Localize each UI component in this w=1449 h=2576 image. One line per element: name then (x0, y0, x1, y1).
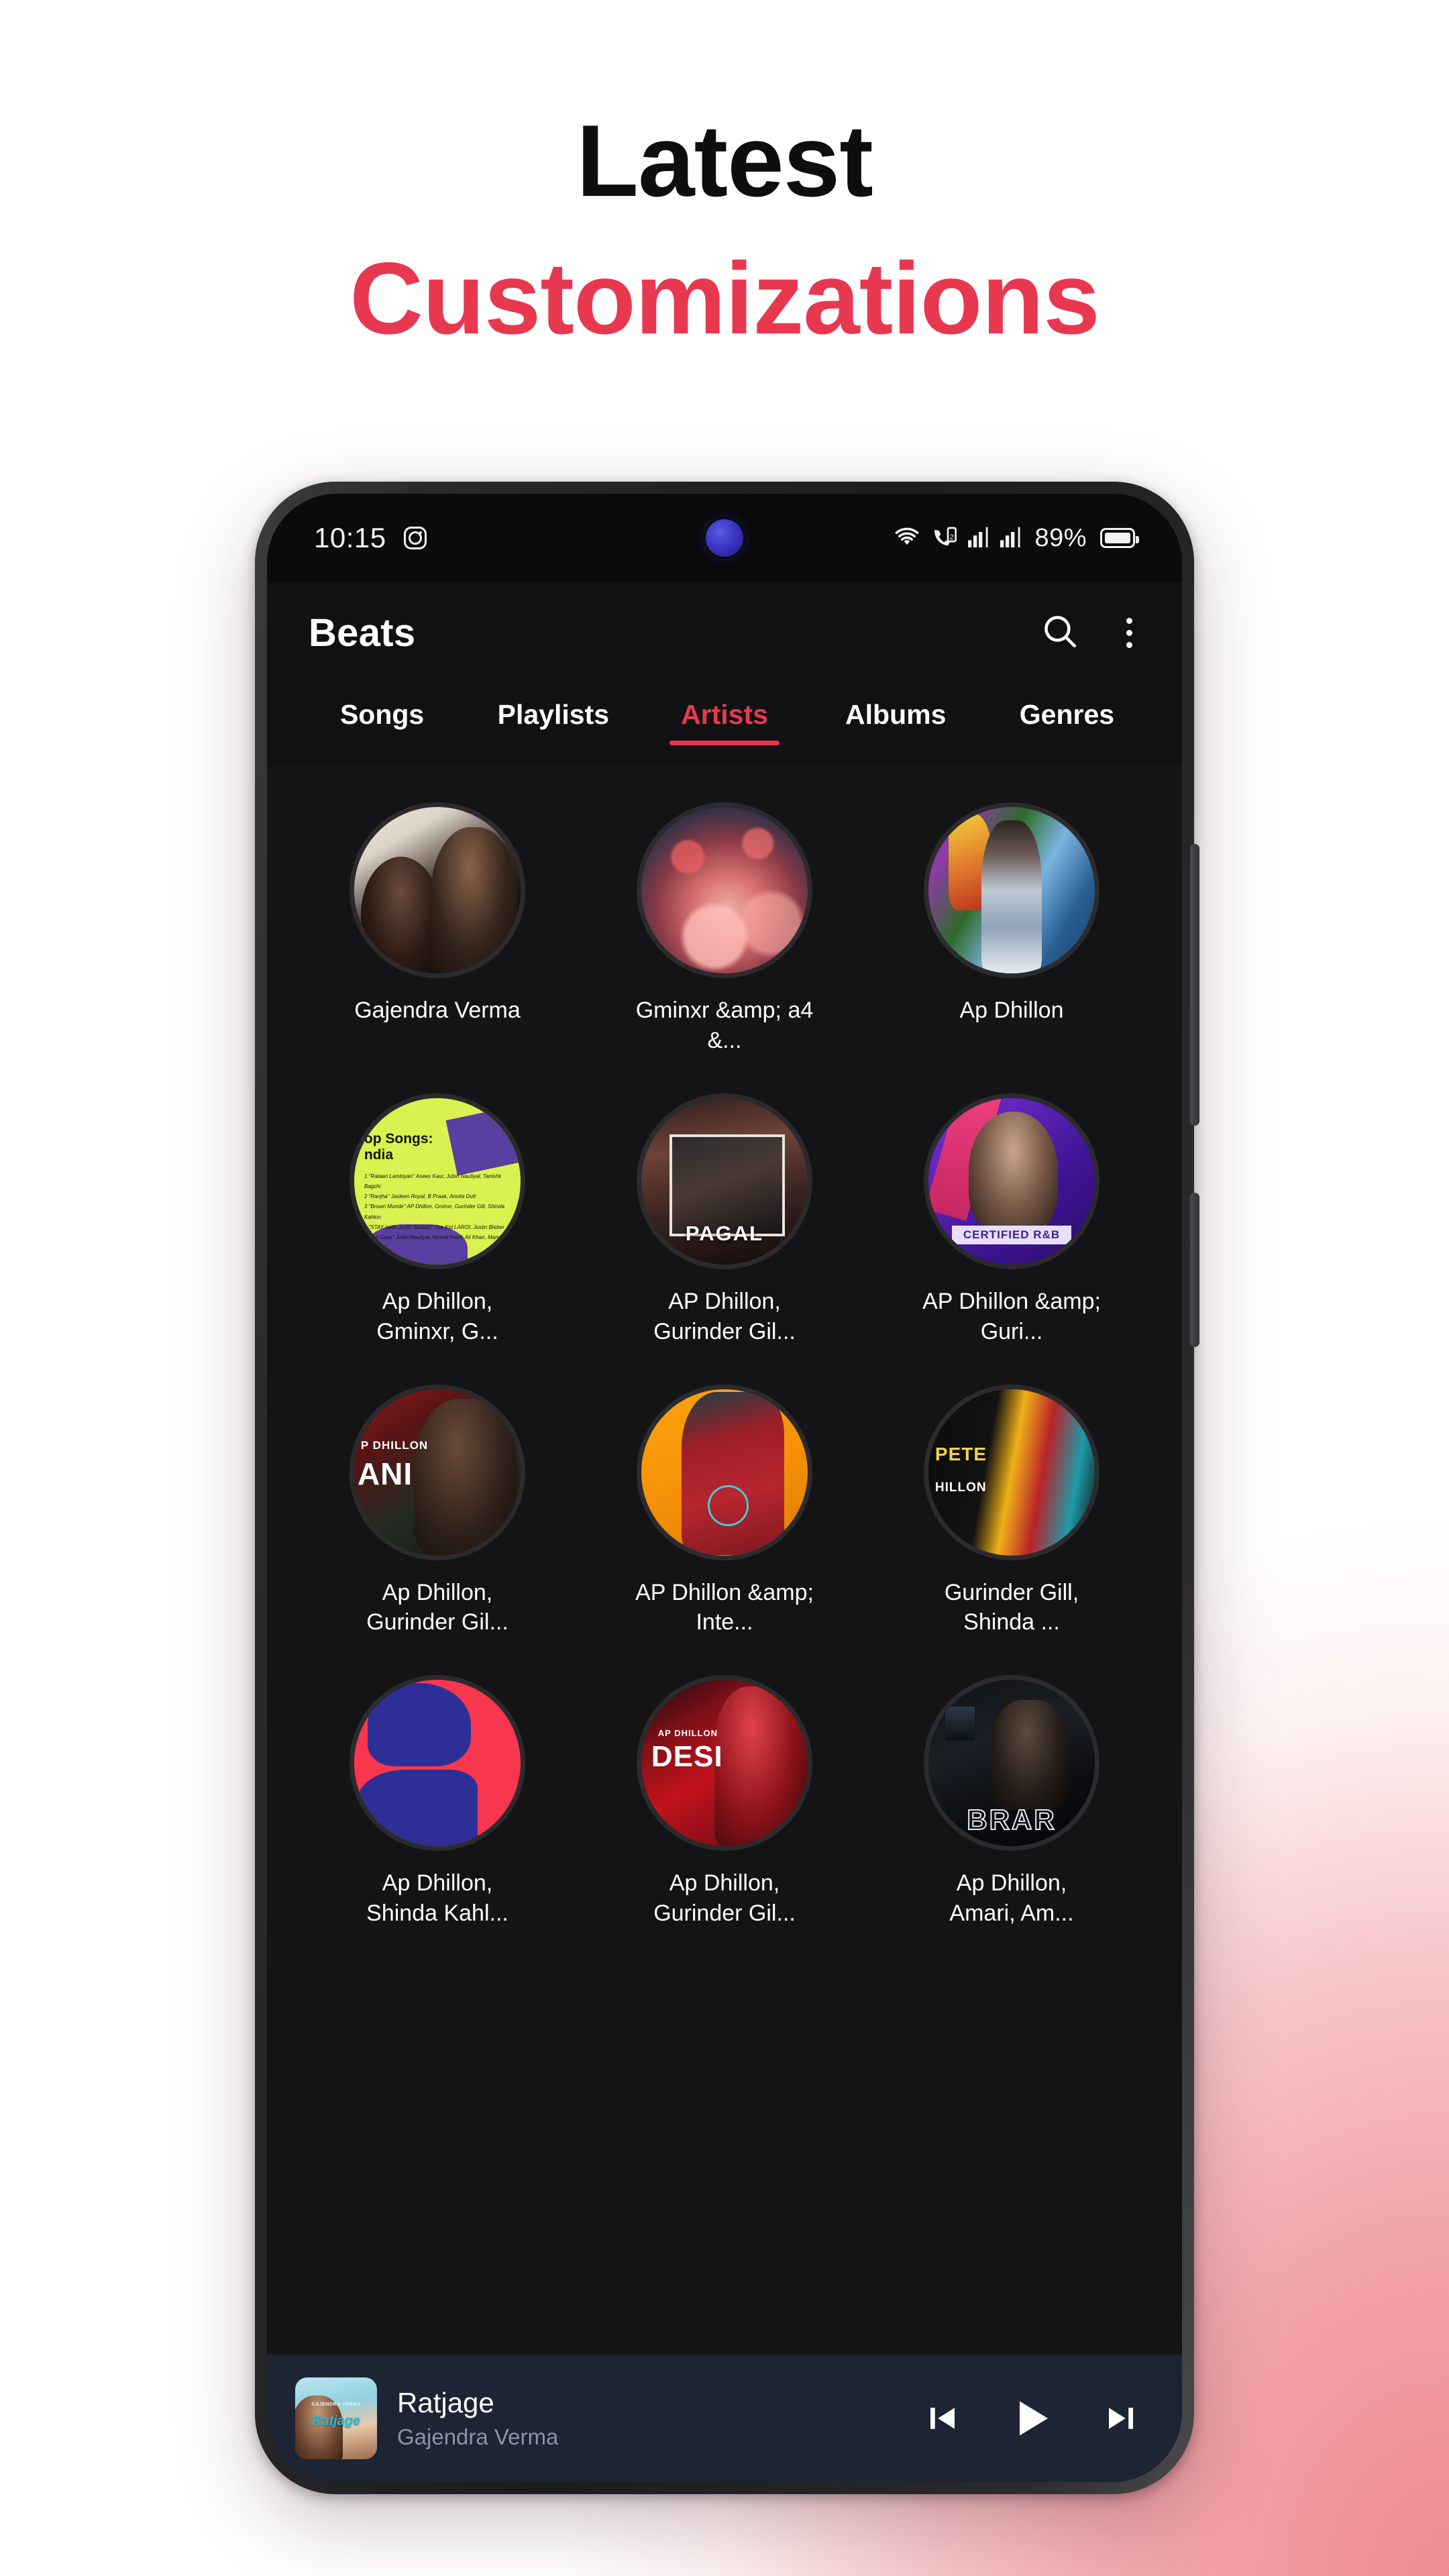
artist-name: AP Dhillon, Gurinder Gil... (653, 1288, 796, 1344)
artist-name: AP Dhillon &amp; Inte... (635, 1579, 814, 1635)
phone-screen: 10:15 2 89% Beats Songs Playlists Artist… (267, 494, 1182, 2482)
volume-button[interactable] (1190, 844, 1199, 1126)
album-art (641, 1389, 808, 1556)
album-art (354, 1680, 521, 1847)
album-art-subtitle: GAJENDRA VERMA (311, 2402, 361, 2407)
status-bar: 10:15 2 89% (267, 494, 1182, 582)
artist-name: Ap Dhillon, Gminxr, G... (376, 1288, 498, 1344)
signal-bars-icon (967, 526, 990, 551)
avatar (637, 802, 812, 978)
avatar: BRAR (924, 1675, 1099, 1851)
artist-card[interactable]: BRAR Ap Dhillon, Amari, Am... (868, 1660, 1155, 1946)
battery-percentage: 89% (1034, 523, 1087, 552)
album-art-subtitle: P DHILLON (360, 1438, 429, 1452)
album-art-title: BRAR (966, 1803, 1057, 1836)
tab-bar: Songs Playlists Artists Albums Genres (267, 683, 1182, 765)
instagram-icon (403, 527, 427, 549)
album-art (928, 1389, 1095, 1556)
album-art-title: op Songs: ndia (364, 1131, 433, 1163)
tab-playlists[interactable]: Playlists (468, 692, 639, 745)
artist-grid: Gajendra Verma Gminxr &amp; a4 &... Ap D… (294, 788, 1155, 1946)
artist-card[interactable]: PAGAL AP Dhillon, Gurinder Gil... (581, 1079, 868, 1364)
artist-card[interactable]: Ap Dhillon (868, 788, 1155, 1073)
signal-bars-icon (1000, 526, 1022, 551)
now-playing-album-art: GAJENDRA VERMA Ratjage (295, 2377, 377, 2459)
avatar (350, 802, 525, 978)
mini-player[interactable]: GAJENDRA VERMA Ratjage Ratjage Gajendra … (267, 2355, 1182, 2482)
search-icon[interactable] (1040, 612, 1079, 654)
skip-next-icon[interactable] (1103, 2400, 1139, 2436)
album-art-title: PETE (934, 1444, 987, 1465)
artist-card[interactable]: Gajendra Verma (294, 788, 581, 1073)
app-bar: Beats (267, 582, 1182, 683)
artist-name: Gajendra Verma (354, 998, 521, 1023)
volte-icon: 2 (931, 525, 958, 551)
artist-name: Ap Dhillon, Amari, Am... (949, 1870, 1074, 1927)
avatar: op Songs: ndia 1 "Rataan Lambiyan" Asees… (350, 1093, 525, 1269)
album-art-title: CERTIFIED R&B (951, 1226, 1072, 1244)
artist-name: Ap Dhillon, Gurinder Gil... (366, 1579, 508, 1635)
album-art (354, 807, 521, 973)
camera-punch-hole (706, 519, 743, 557)
wifi-icon (892, 525, 922, 551)
player-controls (924, 2394, 1154, 2443)
tab-albums[interactable]: Albums (810, 692, 981, 745)
album-art-subtitle: AP DHILLON (657, 1728, 718, 1739)
avatar: CERTIFIED R&B (924, 1093, 1099, 1269)
artist-card[interactable]: Ap Dhillon, Shinda Kahl... (294, 1660, 581, 1946)
tab-genres[interactable]: Genres (981, 692, 1152, 745)
app-bar-actions (1040, 612, 1140, 654)
album-art-title: ANI (357, 1456, 413, 1491)
album-art-title: Ratjage (311, 2413, 361, 2428)
artist-grid-scroll[interactable]: Gajendra Verma Gminxr &amp; a4 &... Ap D… (267, 765, 1182, 2355)
album-art-title: PAGAL (685, 1222, 764, 1246)
artist-card[interactable]: Gminxr &amp; a4 &... (581, 788, 868, 1073)
album-art-title: DESI (651, 1739, 723, 1773)
artist-card[interactable]: AP Dhillon &amp; Inte... (581, 1370, 868, 1656)
artist-name: AP Dhillon &amp; Guri... (922, 1288, 1101, 1344)
artist-name: Ap Dhillon, Gurinder Gil... (653, 1870, 796, 1927)
now-playing-artist: Gajendra Verma (397, 2424, 559, 2449)
artist-name: Ap Dhillon, Shinda Kahl... (366, 1870, 508, 1927)
kebab-menu-icon[interactable] (1118, 612, 1140, 653)
power-button[interactable] (1190, 1193, 1199, 1347)
avatar: PAGAL (637, 1093, 812, 1269)
avatar: AP DHILLON DESI (637, 1675, 812, 1851)
status-bar-right: 2 89% (892, 523, 1139, 553)
headline-line-1: Latest (576, 104, 873, 218)
battery-icon (1100, 528, 1139, 548)
avatar: P DHILLON ANI (350, 1384, 525, 1560)
clock: 10:15 (314, 522, 386, 553)
tab-songs[interactable]: Songs (297, 692, 468, 745)
artist-name: Gminxr &amp; a4 &... (635, 998, 814, 1053)
artist-card[interactable]: CERTIFIED R&B AP Dhillon &amp; Guri... (868, 1079, 1155, 1364)
avatar (350, 1675, 525, 1851)
artist-card[interactable]: AP DHILLON DESI Ap Dhillon, Gurinder Gil… (581, 1660, 868, 1946)
avatar (637, 1384, 812, 1560)
artist-name: Ap Dhillon (959, 998, 1064, 1023)
play-icon[interactable] (1008, 2394, 1056, 2443)
headline-block: Latest Customizations (0, 0, 1449, 353)
artist-card[interactable]: op Songs: ndia 1 "Rataan Lambiyan" Asees… (294, 1079, 581, 1364)
skip-previous-icon[interactable] (924, 2400, 961, 2436)
svg-text:2: 2 (950, 533, 954, 541)
album-art (641, 807, 808, 973)
album-art (928, 807, 1095, 973)
album-art-tracklist: 1 "Rataan Lambiyan" Asees Kaur, Jubin Na… (364, 1173, 505, 1251)
headline-line-2: Customizations (350, 241, 1100, 356)
artist-card[interactable]: P DHILLON ANI Ap Dhillon, Gurinder Gil..… (294, 1370, 581, 1656)
now-playing-meta: Ratjage Gajendra Verma (397, 2387, 558, 2450)
now-playing-title: Ratjage (397, 2387, 494, 2418)
page-title: Beats (309, 610, 416, 655)
avatar (924, 802, 1099, 978)
phone-mockup: 10:15 2 89% Beats Songs Playlists Artist… (255, 482, 1199, 2494)
status-bar-left: 10:15 (314, 522, 427, 554)
avatar: PETE HILLON (924, 1384, 1099, 1560)
artist-name: Gurinder Gill, Shinda ... (944, 1579, 1079, 1635)
phone-frame: 10:15 2 89% Beats Songs Playlists Artist… (255, 482, 1199, 2494)
album-art-subtitle: HILLON (934, 1480, 987, 1495)
artist-card[interactable]: PETE HILLON Gurinder Gill, Shinda ... (868, 1370, 1155, 1656)
tab-artists[interactable]: Artists (639, 692, 810, 745)
